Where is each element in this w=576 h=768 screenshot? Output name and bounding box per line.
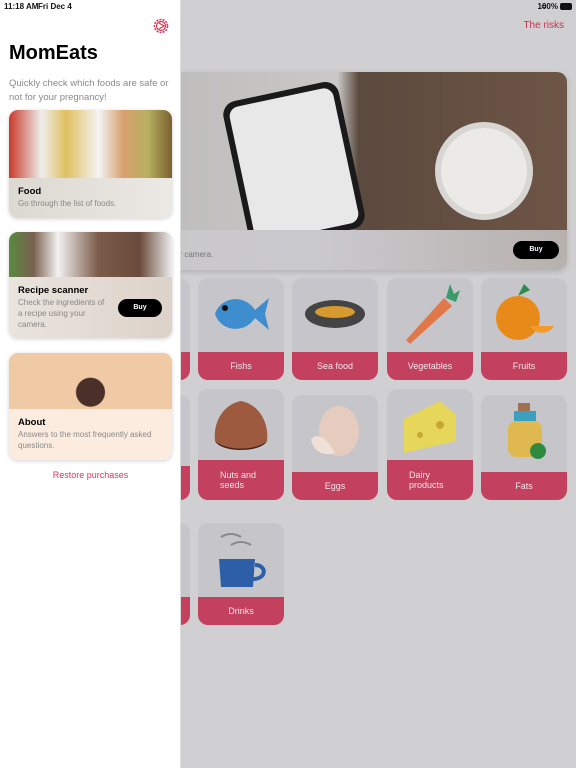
category-tile-dairy-products[interactable]: Dairy products (387, 389, 473, 500)
status-date: Fri Dec 4 (38, 2, 72, 11)
banner-buy-button[interactable]: Buy (513, 241, 559, 259)
card-title: Food (18, 186, 42, 197)
cheese-icon (404, 401, 456, 453)
fish-icon (215, 298, 269, 330)
cup-image (435, 122, 533, 220)
nut-icon (214, 401, 268, 450)
about-card[interactable]: About Answers to the most frequently ask… (9, 353, 172, 460)
category-tile-sea-food[interactable]: Sea food (292, 278, 378, 380)
egg-icon (311, 406, 359, 456)
settings-gear-icon[interactable] (152, 17, 170, 35)
recipe-scanner-image (9, 232, 172, 277)
category-tile-eggs[interactable]: Eggs (292, 395, 378, 500)
oil-bottle-icon (508, 403, 546, 459)
card-title: About (18, 417, 46, 428)
category-label: Fruits (481, 352, 567, 380)
card-desc: Check the ingredients of a recipe using … (18, 298, 105, 329)
recipe-scanner-buy-button[interactable]: Buy (118, 299, 162, 317)
category-label: Sea food (292, 352, 378, 380)
battery-icon (560, 3, 572, 10)
category-label: Nuts and seeds (198, 460, 284, 500)
category-tile-fruits[interactable]: Fruits (481, 278, 567, 380)
category-tile-fishs[interactable]: Fishs (198, 278, 284, 380)
category-label: Vegetables (387, 352, 473, 380)
app-title: MomEats (9, 42, 98, 64)
category-label: Dairy products (387, 460, 473, 500)
recipe-scanner-banner[interactable]: ur camera. Buy (150, 72, 567, 270)
category-tile-drinks[interactable]: Drinks (198, 523, 284, 625)
app-subtitle: Quickly check which foods are safe or no… (9, 78, 169, 103)
category-label: Fishs (198, 352, 284, 380)
card-title: Recipe scanner (18, 285, 89, 296)
food-image (9, 110, 172, 178)
category-tile-nuts-and-seeds[interactable]: Nuts and seeds (198, 389, 284, 500)
card-desc: Answers to the most frequently asked que… (18, 430, 152, 450)
about-image (9, 353, 172, 409)
category-tile-vegetables[interactable]: Vegetables (387, 278, 473, 380)
risks-link[interactable]: The risks (523, 20, 564, 31)
sidebar: 11:18 AM Fri Dec 4 MomEats Quickly check… (0, 0, 181, 768)
food-card[interactable]: Food Go through the list of foods. (9, 110, 172, 218)
category-label: Eggs (292, 472, 378, 500)
coffee-cup-icon (219, 533, 266, 587)
battery-level: 100% (537, 2, 558, 11)
category-label: Drinks (198, 597, 284, 625)
phone-image (220, 79, 368, 251)
recipe-scanner-card[interactable]: Recipe scanner Check the ingredients of … (9, 232, 172, 338)
card-desc: Go through the list of foods. (18, 199, 117, 208)
carrot-icon (406, 284, 460, 344)
banner-photo (150, 72, 567, 251)
orange-icon (496, 284, 554, 340)
status-time: 11:18 AM (4, 2, 39, 11)
restore-purchases-link[interactable]: Restore purchases (0, 470, 181, 480)
category-label: Fats (481, 472, 567, 500)
category-tile-fats[interactable]: Fats (481, 395, 567, 500)
mussel-icon (305, 300, 365, 328)
